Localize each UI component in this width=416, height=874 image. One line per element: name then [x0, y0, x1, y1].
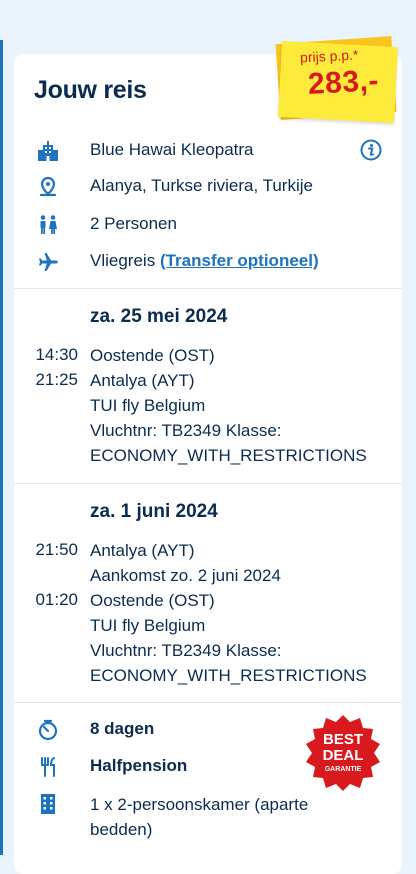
transfer-optional-link[interactable]: (Transfer optioneel)	[160, 251, 319, 270]
outbound-date: za. 25 mei 2024	[90, 306, 228, 327]
return-departure-airport: Antalya (AYT)	[90, 541, 195, 560]
return-arrival-time: 01:20	[35, 590, 78, 609]
room-building-icon	[36, 792, 60, 816]
best-deal-guarantee-badge: BEST DEAL GARANTIE	[304, 714, 382, 792]
return-date: za. 1 juni 2024	[90, 501, 218, 522]
return-departure-time: 21:50	[35, 540, 78, 559]
left-accent-rule	[0, 40, 3, 855]
room-text-line1: 1 x 2-persoonskamer (aparte	[90, 795, 309, 814]
panel-title: Jouw reis	[34, 76, 147, 104]
outbound-arrival-time: 21:25	[35, 370, 78, 389]
divider	[14, 288, 402, 289]
return-flight-info: Vluchtnr: TB2349 Klasse:	[90, 641, 282, 660]
divider	[14, 483, 402, 484]
board-text: Halfpension	[90, 756, 188, 775]
building-icon	[36, 139, 60, 163]
badge-line3: GARANTIE	[325, 766, 362, 773]
airplane-icon	[36, 250, 60, 274]
duration-text: 8 dagen	[90, 719, 155, 738]
outbound-class: ECONOMY_WITH_RESTRICTIONS	[90, 446, 367, 465]
stopwatch-icon	[36, 718, 60, 742]
return-carrier: TUI fly Belgium	[90, 616, 206, 635]
location-pin-icon	[36, 175, 60, 199]
room-text-line2: bedden)	[90, 820, 153, 839]
outbound-arrival-airport: Antalya (AYT)	[90, 371, 195, 390]
location-text: Alanya, Turkse riviera, Turkije	[90, 176, 313, 195]
return-class: ECONOMY_WITH_RESTRICTIONS	[90, 666, 367, 685]
badge-line2: DEAL	[323, 747, 364, 764]
trip-summary-card: Jouw reis prijs p.p.* 283,- Blue Hawai K…	[14, 36, 402, 874]
return-arrival-airport: Oostende (OST)	[90, 591, 215, 610]
badge-line1: BEST	[323, 731, 363, 748]
outbound-departure-airport: Oostende (OST)	[90, 346, 215, 365]
travel-type-text: Vliegreis	[90, 251, 156, 270]
price-label: prijs p.p.*	[299, 46, 359, 66]
persons-icon	[36, 213, 60, 237]
cutlery-icon	[36, 755, 60, 779]
outbound-flight-info: Vluchtnr: TB2349 Klasse:	[90, 421, 282, 440]
info-icon[interactable]	[360, 139, 382, 161]
persons-text: 2 Personen	[90, 214, 177, 233]
hotel-name: Blue Hawai Kleopatra	[90, 140, 254, 159]
price-sticker: prijs p.p.* 283,-	[275, 36, 398, 123]
outbound-carrier: TUI fly Belgium	[90, 396, 206, 415]
divider	[14, 702, 402, 703]
outbound-departure-time: 14:30	[35, 345, 78, 364]
return-arrival-note: Aankomst zo. 2 juni 2024	[90, 566, 281, 585]
price-value: 283,-	[307, 64, 380, 101]
